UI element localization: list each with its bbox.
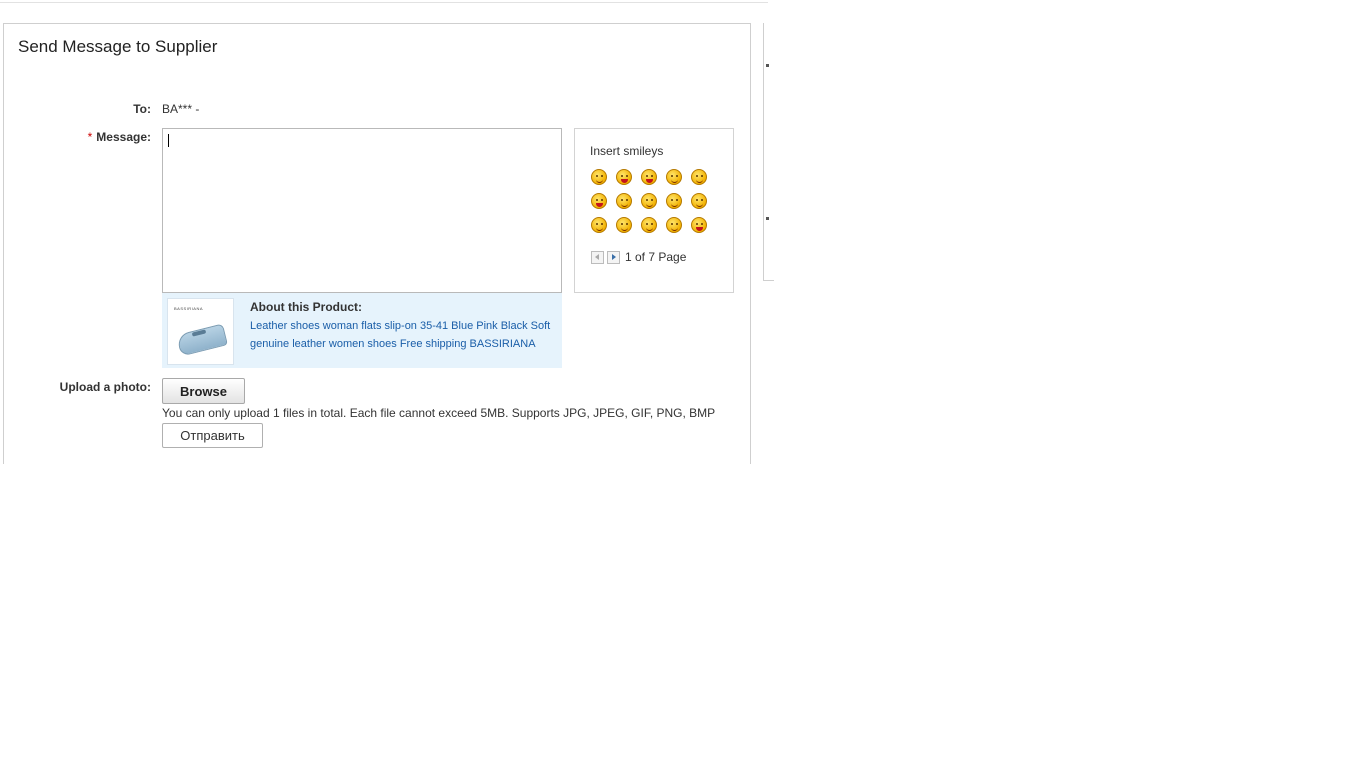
kiss-icon[interactable]	[691, 217, 707, 233]
laugh-icon[interactable]	[591, 193, 607, 209]
page-title: Send Message to Supplier	[18, 37, 218, 56]
happy-icon[interactable]	[641, 217, 657, 233]
required-mark: *	[87, 130, 93, 144]
thumbnail-brand-text: BASSIRIANA	[174, 306, 204, 311]
smiley-panel: Insert smileys 1 of 7 Page	[574, 128, 734, 293]
upload-limits-note: You can only upload 1 files in total. Ea…	[162, 406, 716, 420]
top-divider	[0, 2, 768, 3]
recipient-value: BA*** -	[162, 102, 200, 116]
smile-icon[interactable]	[591, 169, 607, 185]
tongue-out-icon[interactable]	[641, 169, 657, 185]
sleepy-icon[interactable]	[691, 169, 707, 185]
blush-icon[interactable]	[666, 193, 682, 209]
message-label: * Message:	[88, 130, 151, 144]
cheeky-icon[interactable]	[591, 217, 607, 233]
message-textarea[interactable]	[162, 128, 562, 293]
big-grin-icon[interactable]	[616, 193, 632, 209]
previous-page-icon[interactable]	[591, 250, 604, 264]
wink-tongue-icon[interactable]	[616, 169, 632, 185]
text-caret	[168, 134, 169, 147]
side-panel-marker	[766, 217, 769, 220]
giggle-icon[interactable]	[666, 169, 682, 185]
upload-photo-label: Upload a photo:	[59, 380, 151, 394]
side-panel-marker	[766, 64, 769, 67]
about-product-heading: About this Product:	[250, 300, 362, 314]
next-page-icon[interactable]	[607, 250, 620, 264]
smiley-panel-title: Insert smileys	[590, 144, 664, 158]
product-link[interactable]: Leather shoes woman flats slip-on 35-41 …	[250, 317, 555, 353]
shy-smile-icon[interactable]	[641, 193, 657, 209]
to-label: To:	[133, 102, 151, 116]
shoe-image	[176, 323, 228, 357]
message-label-text: Message:	[96, 130, 151, 144]
send-button[interactable]: Отправить	[162, 423, 263, 448]
surprised-icon[interactable]	[666, 217, 682, 233]
side-panel-edge	[763, 23, 774, 281]
product-thumbnail[interactable]: BASSIRIANA	[167, 298, 234, 365]
grin-icon[interactable]	[616, 217, 632, 233]
smiley-pager: 1 of 7 Page	[591, 250, 686, 264]
squint-icon[interactable]	[691, 193, 707, 209]
smiley-grid	[591, 169, 721, 233]
pager-text: 1 of 7 Page	[625, 250, 687, 264]
product-card: BASSIRIANA About this Product: Leather s…	[162, 293, 562, 368]
browse-button[interactable]: Browse	[162, 378, 245, 404]
